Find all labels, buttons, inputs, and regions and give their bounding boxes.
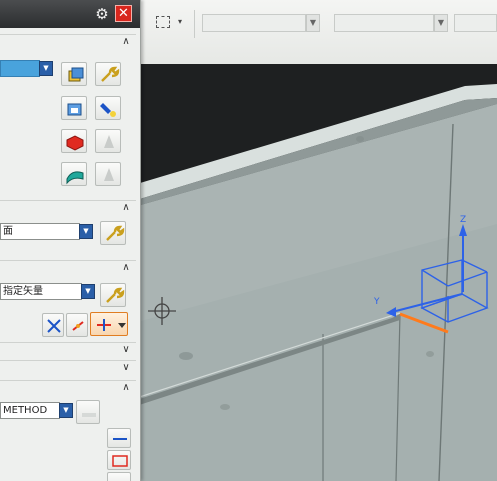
section-header-collapsed[interactable]: ∨ [0, 342, 136, 359]
chevron-down-icon[interactable]: ∨ [120, 344, 132, 356]
select-body-button[interactable] [61, 62, 87, 86]
section-header-face[interactable]: ∧ [0, 200, 136, 217]
type-filter-arrow-icon[interactable]: ▼ [306, 14, 320, 32]
wrench-tool-button[interactable] [100, 221, 126, 245]
object-type-dropdown[interactable] [0, 60, 40, 77]
screen-smudge [356, 136, 364, 142]
select-surface-button[interactable] [61, 162, 87, 186]
vector-type-button[interactable] [90, 312, 128, 336]
select-red-body-button[interactable] [61, 129, 87, 153]
dropdown-arrow-icon[interactable]: ▼ [79, 224, 93, 239]
selection-box-icon[interactable] [156, 16, 170, 28]
dropdown-arrow-icon[interactable]: ▼ [39, 61, 53, 76]
close-icon[interactable]: ✕ [115, 5, 132, 22]
section-header-object[interactable]: ∧ [0, 34, 136, 51]
toolbar-separator [194, 10, 195, 38]
section-header-vector[interactable]: ∧ [0, 260, 136, 277]
flashlight-icon[interactable] [95, 96, 121, 120]
wrench-tool-button[interactable] [100, 283, 126, 307]
cone-tool-icon[interactable] [95, 162, 121, 186]
reverse-direction-button[interactable] [42, 313, 64, 337]
type-filter-dropdown[interactable] [202, 14, 306, 32]
scope-filter-dropdown[interactable] [334, 14, 434, 32]
cone-tool-icon[interactable] [95, 129, 121, 153]
snap-filter-dropdown[interactable] [454, 14, 497, 32]
section-header-method[interactable]: ∧ [0, 380, 136, 397]
graphics-viewport[interactable]: Z Y [130, 64, 497, 481]
wrench-tool-button[interactable] [95, 62, 121, 86]
y-axis-label: Y [373, 297, 380, 307]
list-add-icon[interactable] [107, 450, 131, 470]
scope-filter-arrow-icon[interactable]: ▼ [434, 14, 448, 32]
face-dropdown[interactable]: 面 [0, 223, 80, 240]
chevron-up-icon[interactable]: ∧ [120, 262, 132, 274]
specify-vector-dropdown[interactable]: 指定矢量 [0, 283, 82, 300]
section-header-collapsed[interactable]: ∨ [0, 360, 136, 377]
gear-icon[interactable]: ⚙ [94, 6, 110, 22]
dropdown-arrow-icon[interactable]: ▼ [81, 284, 95, 299]
chevron-down-icon[interactable]: ∨ [120, 362, 132, 374]
vector-point-button[interactable] [66, 313, 88, 337]
top-toolbar: ▾ ▼ ▼ [130, 0, 497, 65]
dialog-titlebar: ⚙ ✕ [0, 0, 140, 28]
select-feature-button[interactable] [61, 96, 87, 120]
dropdown-arrow-icon[interactable]: ▼ [59, 403, 73, 418]
dialog-panel: ⚙ ✕ ∧ ▼ ∧ 面 ▼ ∧ 指定矢量 ▼ ∨ ∨ ∧ METHOD ▼ [0, 0, 141, 481]
method-dropdown[interactable]: METHOD [0, 402, 60, 419]
screen-smudge [426, 351, 434, 357]
chevron-up-icon[interactable]: ∧ [120, 36, 132, 48]
list-edit-icon[interactable] [107, 428, 131, 448]
screen-smudge [220, 404, 230, 410]
method-tool-icon[interactable] [76, 400, 100, 424]
selection-caret-icon[interactable]: ▾ [178, 17, 182, 26]
screen-smudge [179, 352, 193, 360]
z-axis-label: Z [460, 215, 466, 225]
chevron-up-icon[interactable]: ∧ [120, 382, 132, 394]
list-remove-icon[interactable] [107, 472, 131, 481]
chevron-up-icon[interactable]: ∧ [120, 202, 132, 214]
